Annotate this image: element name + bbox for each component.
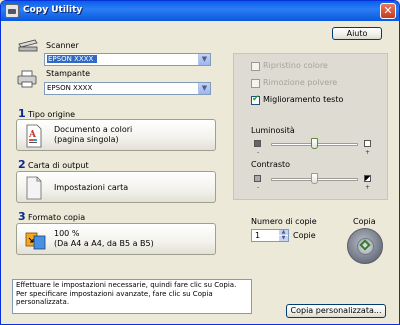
instructions-box: Effettuare le impostazioni necessarie, q… (12, 279, 252, 314)
source-type-line2: (pagina singola) (54, 135, 119, 144)
brightness-dark-icon (254, 140, 261, 147)
text-enhancement-checkbox[interactable] (251, 94, 260, 105)
contrast-minus: - (257, 184, 260, 191)
scanner-select[interactable]: EPSON XXXX ▼ (44, 53, 211, 66)
source-type-button[interactable]: A Documento a colori (pagina singola) (16, 119, 216, 151)
text-enhancement-label: Miglioramento testo (263, 95, 344, 104)
instructions-line2: Per specificare impostazioni avanzate, f… (16, 289, 213, 298)
copies-unit-label: Copie (293, 231, 316, 240)
brightness-plus: + (365, 149, 371, 156)
printer-label: Stampante (46, 69, 91, 78)
custom-copy-button[interactable]: Copia personalizzata... (286, 304, 386, 318)
brightness-minus: - (257, 149, 260, 156)
spin-down-icon[interactable]: ▼ (279, 236, 288, 241)
chevron-down-icon[interactable]: ▼ (198, 83, 210, 94)
printer-icon (17, 70, 37, 88)
copies-label: Numero di copie (251, 217, 317, 226)
color-document-icon: A (26, 124, 42, 148)
instructions-line1: Effettuare le impostazioni necessarie, q… (16, 281, 237, 289)
dust-removal-label: Rimozione polvere (263, 78, 338, 87)
copy-button-label: Copia (353, 217, 376, 226)
help-button[interactable]: Aiuto (332, 27, 382, 40)
section-number-2: 2 (18, 158, 26, 171)
output-paper-label: Carta di output (28, 161, 89, 170)
paper-icon (26, 176, 42, 200)
brightness-label: Luminosità (251, 126, 295, 135)
title-bar: Copy Utility ✕ (1, 1, 399, 21)
copy-size-line1: 100 % (54, 229, 80, 238)
copy-size-icon (25, 232, 46, 250)
output-paper-line1: Impostazioni carta (54, 183, 129, 192)
brightness-light-icon (364, 140, 371, 147)
source-type-line1: Documento a colori (54, 125, 133, 134)
dust-removal-checkbox[interactable] (251, 79, 260, 88)
copies-spinner[interactable]: 1 ▲ ▼ (251, 229, 289, 242)
window-title: Copy Utility (23, 5, 83, 15)
printer-selected-value: EPSON XXXX (47, 84, 93, 92)
contrast-high-icon (364, 175, 371, 182)
app-icon (5, 4, 19, 18)
contrast-label: Contrasto (251, 160, 291, 169)
svg-text:A: A (28, 130, 37, 140)
output-paper-button[interactable]: Impostazioni carta (16, 171, 216, 203)
chevron-down-icon[interactable]: ▼ (198, 54, 210, 65)
contrast-plus: + (365, 184, 371, 191)
section-number-3: 3 (18, 210, 26, 223)
contrast-slider-thumb[interactable] (311, 173, 318, 184)
printer-select[interactable]: EPSON XXXX ▼ (44, 82, 211, 95)
source-type-label: Tipo origine (28, 110, 76, 119)
brightness-slider-thumb[interactable] (311, 138, 318, 149)
copy-size-button[interactable]: 100 % (Da A4 a A4, da B5 a B5) (16, 223, 216, 255)
restore-color-label: Ripristino colore (263, 61, 328, 70)
copy-start-button[interactable] (347, 228, 383, 264)
scanner-selected-value: EPSON XXXX (47, 55, 98, 63)
instructions-line3: personalizzata. (16, 298, 70, 306)
scanner-icon (18, 39, 38, 52)
copies-value: 1 (255, 231, 261, 240)
copy-size-line2: (Da A4 a A4, da B5 a B5) (54, 239, 154, 248)
scanner-label: Scanner (46, 41, 79, 50)
copy-size-label: Formato copia (28, 213, 86, 222)
copy-utility-window: Copy Utility ✕ Aiuto Scanner EPSON XXXX … (0, 0, 400, 325)
close-icon[interactable]: ✕ (380, 3, 396, 19)
restore-color-checkbox[interactable] (251, 62, 260, 71)
contrast-low-icon (254, 175, 261, 182)
